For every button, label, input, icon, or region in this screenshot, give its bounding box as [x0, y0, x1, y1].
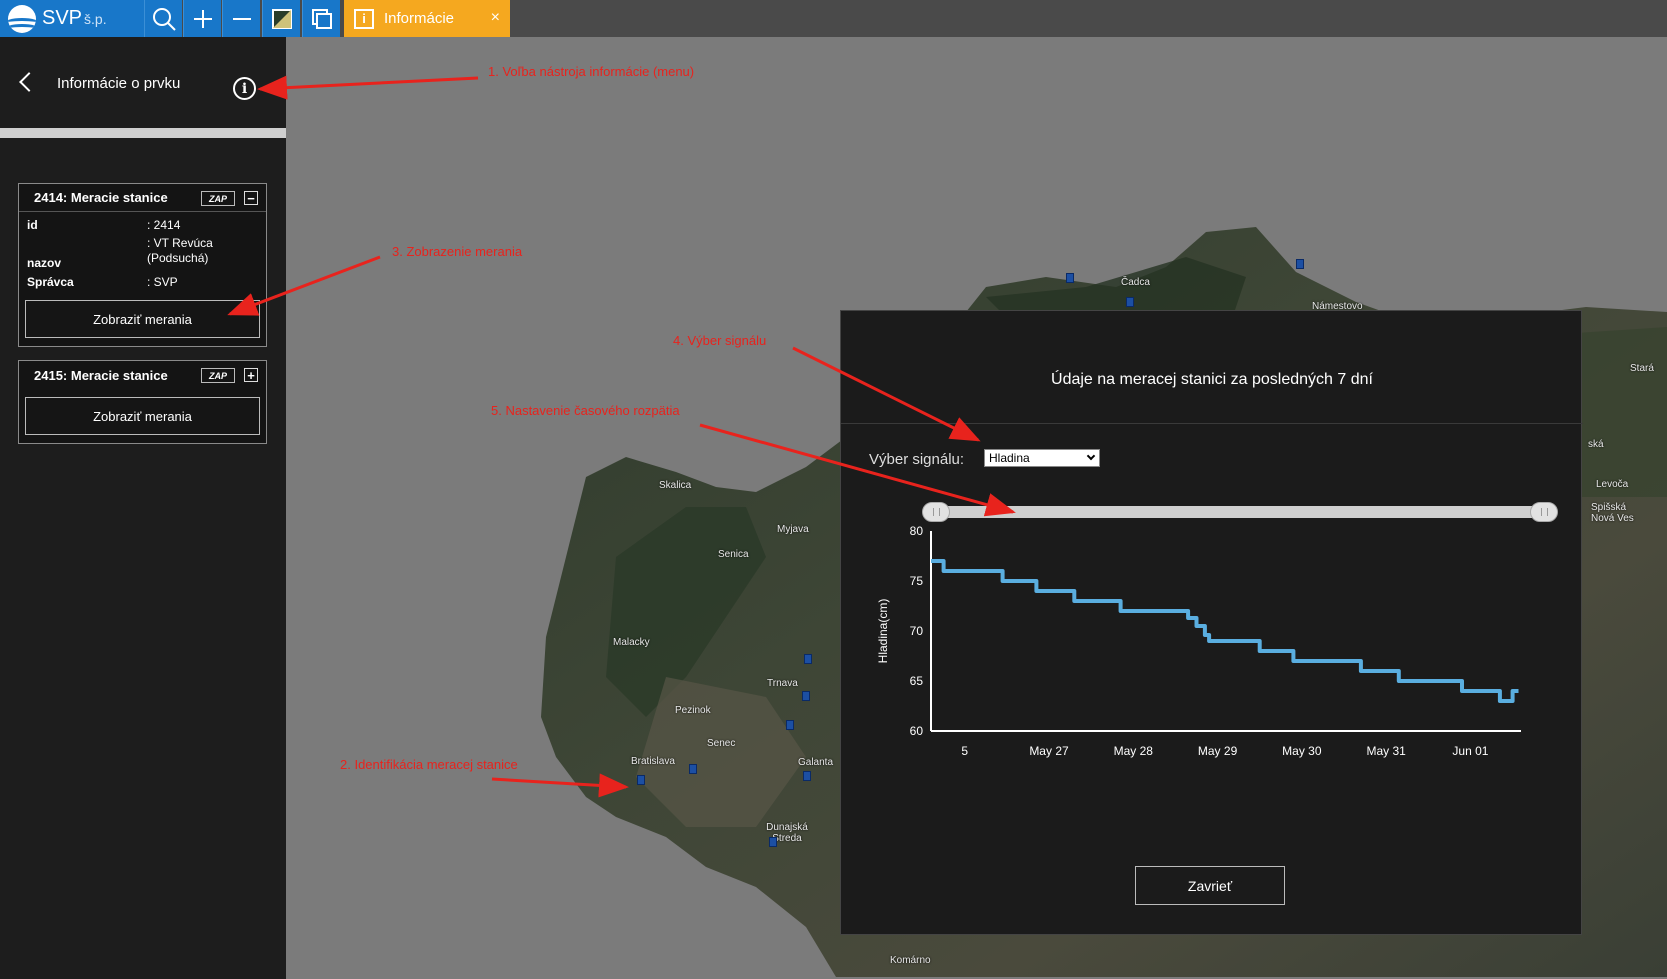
annotation-5: 5. Nastavenie časového rozpätia [491, 403, 680, 418]
annotation-4: 4. Výber signálu [673, 333, 767, 348]
annotation-1: 1. Voľba nástroja informácie (menu) [488, 64, 695, 79]
annotation-3: 3. Zobrazenie merania [392, 244, 523, 259]
annotation-2: 2. Identifikácia meracej stanice [340, 757, 518, 772]
annotation-arrows [227, 75, 1016, 798]
